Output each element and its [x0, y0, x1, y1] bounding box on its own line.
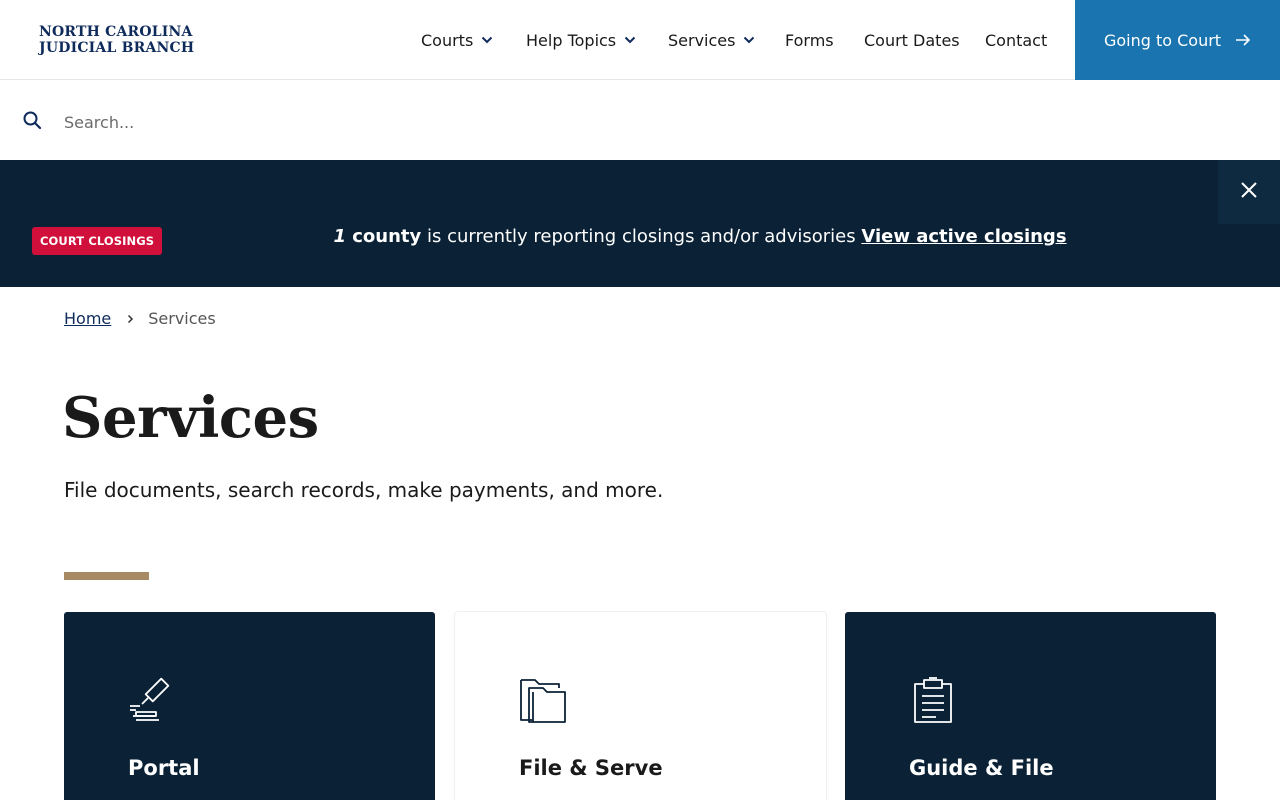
site-header: NORTH CAROLINA JUDICIAL BRANCH Courts He… — [0, 0, 1280, 80]
card-file-serve[interactable]: File & Serve — [455, 612, 826, 800]
nav-courts[interactable]: Courts — [421, 0, 493, 80]
nav-services[interactable]: Services — [668, 0, 755, 80]
going-to-court-button[interactable]: Going to Court — [1075, 0, 1280, 80]
search-bar — [0, 81, 1280, 160]
court-closings-badge: COURT CLOSINGS — [32, 227, 163, 255]
gavel-icon — [128, 676, 176, 728]
card-guide-file-title: Guide & File — [909, 756, 1054, 780]
chevron-down-icon — [624, 36, 636, 44]
closings-count-unit: county — [352, 226, 422, 247]
logo-line-2: JUDICIAL BRANCH — [39, 40, 195, 56]
accent-divider — [64, 572, 149, 580]
court-closings-banner: COURT CLOSINGS 1 county is currently rep… — [0, 160, 1280, 287]
close-icon — [1240, 181, 1258, 203]
closings-message-text: is currently reporting closings and/or a… — [427, 226, 856, 247]
logo-line-1: NORTH CAROLINA — [39, 24, 193, 40]
page-title: Services — [62, 385, 319, 451]
arrow-right-icon — [1235, 34, 1251, 46]
close-banner-button[interactable] — [1218, 160, 1280, 224]
nav-help-topics[interactable]: Help Topics — [526, 0, 636, 80]
nav-court-dates-label: Court Dates — [864, 30, 960, 50]
card-guide-file[interactable]: Guide & File — [845, 612, 1216, 800]
going-to-court-label: Going to Court — [1103, 30, 1222, 50]
chevron-right-icon — [127, 314, 134, 324]
card-portal-title: Portal — [128, 756, 200, 780]
search-input[interactable] — [64, 105, 1214, 139]
nav-services-label: Services — [668, 30, 736, 50]
clipboard-icon — [909, 676, 957, 728]
site-logo[interactable]: NORTH CAROLINA JUDICIAL BRANCH — [39, 24, 194, 56]
closings-count: 1 county — [333, 226, 421, 247]
nav-forms-label: Forms — [785, 30, 834, 50]
closings-count-number: 1 — [333, 226, 346, 247]
nav-courts-label: Courts — [421, 30, 474, 50]
nav-help-topics-label: Help Topics — [526, 30, 617, 50]
nav-contact-label: Contact — [985, 30, 1048, 50]
folder-icon — [519, 676, 567, 728]
nav-forms[interactable]: Forms — [785, 0, 834, 80]
chevron-down-icon — [743, 36, 755, 44]
card-portal[interactable]: Portal — [64, 612, 435, 800]
breadcrumb-current: Services — [148, 309, 216, 328]
chevron-down-icon — [481, 36, 493, 44]
breadcrumb: Home Services — [64, 309, 216, 328]
nav-contact[interactable]: Contact — [985, 0, 1047, 80]
closings-message: 1 county is currently reporting closings… — [200, 226, 1200, 247]
page-lead: File documents, search records, make pay… — [64, 478, 664, 502]
view-active-closings-link[interactable]: View active closings — [861, 226, 1066, 247]
breadcrumb-home-link[interactable]: Home — [64, 309, 111, 328]
nav-court-dates[interactable]: Court Dates — [864, 0, 960, 80]
card-file-serve-title: File & Serve — [519, 756, 663, 780]
search-icon[interactable] — [23, 111, 42, 134]
